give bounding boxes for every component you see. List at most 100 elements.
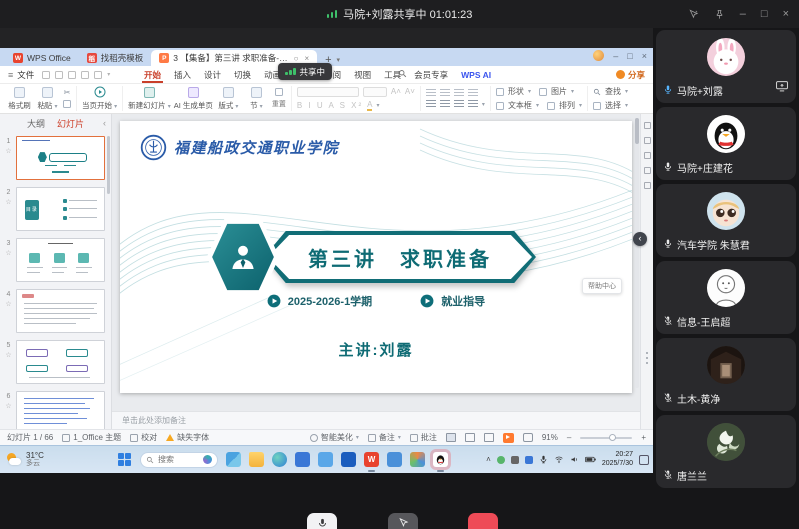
notification-icon[interactable] [639,455,649,465]
thumbnail-preview[interactable]: 目录 [16,187,105,231]
star-icon[interactable]: ☆ [5,300,11,308]
account-avatar[interactable] [593,50,604,61]
ribbon-tab-11[interactable]: WPS AI [459,66,493,83]
arrange-button[interactable]: 排列 [559,100,575,111]
store-icon[interactable] [295,452,310,467]
tab-list-icon[interactable]: ▾ [337,56,341,64]
fit-window-button[interactable] [523,433,533,442]
close-icon[interactable]: × [783,9,789,20]
notes-bar[interactable]: 单击此处添加备注 [112,411,640,429]
end-share-button[interactable] [468,513,498,529]
reading-view-button[interactable] [484,433,494,442]
slide-thumbnail-5[interactable]: 5☆ [3,340,105,384]
align-center-icon[interactable] [440,100,450,108]
participant-tile-2[interactable]: 马院+庄建花 [656,107,796,180]
tab-outline[interactable]: 大纲 [27,117,45,130]
sorter-view-button[interactable] [465,433,475,442]
font-style-buttons[interactable]: B I U A S X² [297,101,363,110]
library-icon[interactable] [644,167,651,174]
print-icon[interactable] [55,71,63,79]
search-input[interactable] [158,455,198,464]
thumbnail-preview[interactable] [16,391,105,429]
reset-label[interactable]: 重置 [272,99,286,109]
edge-icon[interactable] [272,452,287,467]
drag-dots[interactable] [646,352,648,364]
quick-access-more-icon[interactable]: ▾ [107,71,110,78]
thumbnail-preview[interactable] [16,340,105,384]
ribbon-tab-4[interactable]: 切换 [232,66,253,83]
select-button[interactable]: 选择 [605,100,621,111]
tab-slides[interactable]: 幻灯片 [57,117,84,130]
ribbon-tab-2[interactable]: 插入 [172,66,193,83]
sharing-badge[interactable]: 共享中 [278,63,332,80]
beautify-button[interactable]: 智能美化▾ [310,432,359,443]
slide-canvas[interactable]: 福建船政交通职业学院 [112,114,640,429]
picture-button[interactable]: 图片 [551,86,567,97]
wps-close-icon[interactable]: × [642,51,647,61]
slide-thumbnail-1[interactable]: 1☆ [3,136,105,180]
slide-thumbnail-3[interactable]: 3☆ [3,238,105,282]
task-view-icon[interactable] [226,452,241,467]
theme-button[interactable]: 1_Office 主题 [62,432,121,443]
comments-button[interactable]: 批注 [410,432,437,443]
export-icon[interactable] [68,71,76,79]
new-slide-button[interactable]: 新建幻灯片 ▾ [128,87,171,111]
beautify-icon[interactable] [644,152,651,159]
wps-minimize-icon[interactable]: – [613,51,618,61]
ribbon-search-icon[interactable] [398,69,407,80]
wifi-icon[interactable] [554,455,564,464]
taskbar-search[interactable] [140,452,218,468]
grow-font-icon[interactable]: A˄ [391,87,401,96]
file-explorer-icon[interactable] [249,452,264,467]
participant-tile-3[interactable]: 汽车学院 朱慧君 [656,184,796,257]
tab-close-icon[interactable]: × [304,54,309,63]
slideshow-button[interactable] [503,433,514,443]
save-icon[interactable] [42,71,50,79]
canvas-scrollbar[interactable] [635,118,639,388]
meeting-app-icon[interactable] [433,452,448,467]
tray-expand-icon[interactable]: ˄ [486,455,491,464]
star-icon[interactable]: ☆ [5,249,11,257]
file-tab-2[interactable]: 稻找稻壳模板 [79,50,152,66]
missing-font-button[interactable]: 缺失字体 [166,432,209,443]
undo-icon[interactable] [81,71,89,79]
thumbnail-preview[interactable] [16,136,105,180]
participant-tile-1[interactable]: 马院+刘露 [656,30,796,103]
tray-app2-icon[interactable] [525,456,533,464]
weather-widget[interactable]: 31°C 多云 [6,452,44,468]
video-app-icon[interactable] [387,452,402,467]
star-icon[interactable]: ☆ [5,351,11,359]
normal-view-button[interactable] [446,433,456,442]
start-button[interactable] [118,453,132,467]
panel-collapse-icon[interactable]: ‹ [103,118,106,128]
star-icon[interactable]: ☆ [5,198,11,206]
font-size-select[interactable] [363,87,387,97]
participant-tile-5[interactable]: 土木-黄净 [656,338,796,411]
star-icon[interactable]: ☆ [5,402,11,410]
share-control-button[interactable] [388,513,418,529]
shrink-font-icon[interactable]: A˅ [405,87,415,96]
maximize-icon[interactable]: □ [761,9,768,20]
play-from-current-button[interactable]: 当页开始 ▾ [82,86,117,111]
slide-thumbnail-6[interactable]: 6☆ [3,391,105,429]
textbox-button[interactable]: 文本框 [508,100,532,111]
reset-icon[interactable] [275,88,283,96]
properties-icon[interactable] [644,122,651,129]
ribbon-tab-1[interactable]: 开始 [142,66,163,83]
paste-button[interactable]: 粘贴 ▾ [35,87,60,111]
participant-tile-4[interactable]: 信息-王启超 [656,261,796,334]
tray-app-icon[interactable] [497,456,505,464]
ribbon-tab-8[interactable]: 视图 [352,66,373,83]
participant-tile-6[interactable]: 唐兰兰 [656,415,796,488]
align-right-icon[interactable] [454,100,464,108]
section-button[interactable]: 节 ▾ [244,87,269,111]
settings-icon[interactable] [644,182,651,189]
file-menu[interactable]: ≡ 文件 [8,69,34,81]
notes-button[interactable]: 备注▾ [368,432,401,443]
zoom-in-button[interactable]: + [641,433,646,442]
ribbon-tab-10[interactable]: 会员专享 [412,66,450,83]
zoom-out-button[interactable]: – [567,433,571,442]
star-icon[interactable]: ☆ [5,147,11,155]
copy-icon[interactable] [63,100,71,108]
bullet-list-icon[interactable] [426,89,436,97]
